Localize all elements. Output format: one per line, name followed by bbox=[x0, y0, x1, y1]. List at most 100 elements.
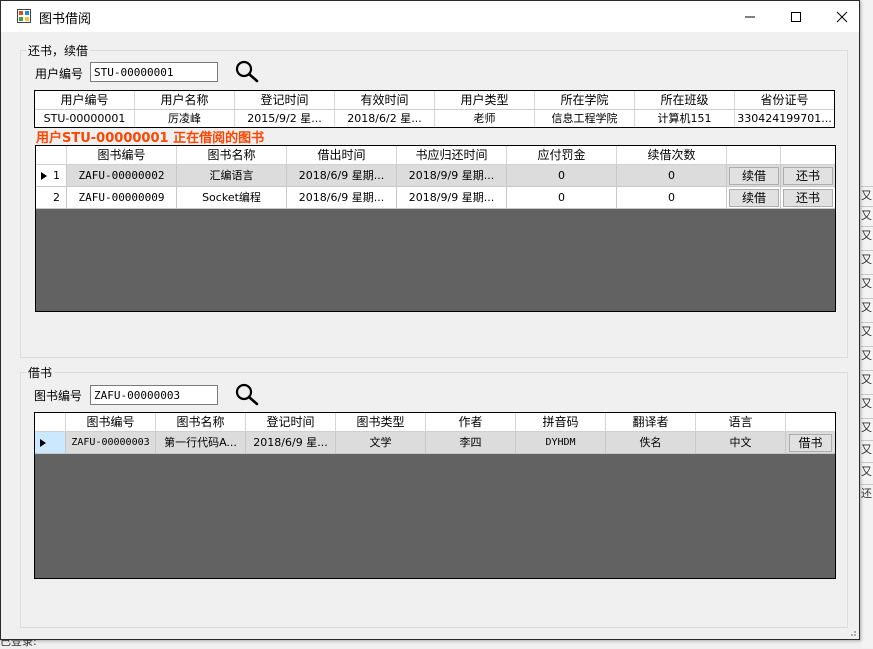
maximize-button[interactable] bbox=[773, 1, 819, 32]
grid-header: 图书编号 图书名称 登记时间 图书类型 作者 拼音码 翻译者 语言 bbox=[35, 413, 835, 432]
bg-row: 又 bbox=[861, 250, 873, 269]
column-header[interactable]: 省份证号 bbox=[735, 91, 834, 109]
grid-header: 图书编号 图书名称 借出时间 书应归还时间 应付罚金 续借次数 bbox=[36, 146, 835, 165]
column-header[interactable]: 图书编号 bbox=[67, 146, 177, 164]
book-name-cell[interactable]: 第一行代码A... bbox=[156, 432, 246, 454]
bg-row: 又 bbox=[861, 462, 873, 481]
search-icon[interactable] bbox=[234, 382, 260, 406]
book-name-cell[interactable]: 汇编语言 bbox=[177, 165, 287, 187]
column-header[interactable]: 借出时间 bbox=[287, 146, 397, 164]
column-header[interactable]: 用户名称 bbox=[135, 91, 235, 109]
resize-grip-icon[interactable] bbox=[847, 627, 857, 637]
book-id-cell[interactable]: ZAFU-00000003 bbox=[66, 432, 156, 454]
book-type-cell[interactable]: 文学 bbox=[336, 432, 426, 454]
fine-cell[interactable]: 0 bbox=[507, 165, 617, 187]
due-time-cell[interactable]: 2018/9/9 星期... bbox=[397, 187, 507, 209]
column-header[interactable] bbox=[781, 146, 835, 164]
user-id-input[interactable] bbox=[90, 62, 218, 82]
column-header[interactable]: 所在学院 bbox=[535, 91, 635, 109]
table-row[interactable]: 1 ZAFU-00000002 汇编语言 2018/6/9 星期... 2018… bbox=[36, 165, 835, 187]
column-header[interactable] bbox=[727, 146, 781, 164]
renew-button-cell: 续借 bbox=[727, 187, 781, 209]
row-header[interactable] bbox=[35, 432, 66, 454]
borrow-group-label: 借书 bbox=[26, 364, 55, 381]
column-header[interactable]: 翻译者 bbox=[606, 413, 696, 431]
minimize-button[interactable] bbox=[727, 1, 773, 32]
app-icon bbox=[17, 9, 31, 23]
column-header[interactable]: 应付罚金 bbox=[507, 146, 617, 164]
user-id-label: 用户编号 bbox=[35, 67, 84, 81]
borrow-time-cell[interactable]: 2018/6/9 星期... bbox=[287, 187, 397, 209]
column-header[interactable]: 图书名称 bbox=[156, 413, 246, 431]
bg-row-text: 又 bbox=[861, 421, 872, 434]
borrow-button[interactable]: 借书 bbox=[789, 434, 832, 452]
book-id-label: 图书编号 bbox=[34, 389, 83, 403]
pinyin-code-cell[interactable]: DYHDM bbox=[516, 432, 606, 454]
borrow-time-cell[interactable]: 2018/6/9 星期... bbox=[287, 165, 397, 187]
table-row[interactable]: STU-00000001 厉凌峰 2015/9/2 星... 2018/6/2 … bbox=[35, 110, 834, 127]
column-header[interactable] bbox=[786, 413, 835, 431]
book-id-cell[interactable]: ZAFU-00000002 bbox=[67, 165, 177, 187]
class-cell: 计算机151 bbox=[635, 110, 735, 127]
close-icon bbox=[836, 11, 848, 22]
column-header[interactable]: 作者 bbox=[426, 413, 516, 431]
row-header[interactable]: 1 bbox=[36, 165, 67, 187]
return-button[interactable]: 还书 bbox=[783, 189, 833, 207]
row-header[interactable]: 2 bbox=[36, 187, 67, 209]
language-cell[interactable]: 中文 bbox=[696, 432, 786, 454]
column-header[interactable]: 语言 bbox=[696, 413, 786, 431]
bg-row: 又 bbox=[861, 274, 873, 293]
column-header[interactable]: 用户编号 bbox=[35, 91, 135, 109]
renew-button[interactable]: 续借 bbox=[729, 189, 779, 207]
renew-count-cell[interactable]: 0 bbox=[617, 187, 727, 209]
column-header[interactable]: 图书类型 bbox=[336, 413, 426, 431]
column-header[interactable]: 用户类型 bbox=[435, 91, 535, 109]
bg-row-text: 又 bbox=[861, 209, 872, 222]
search-icon[interactable] bbox=[234, 59, 260, 83]
borrowed-books-grid[interactable]: 图书编号 图书名称 借出时间 书应归还时间 应付罚金 续借次数 1 ZAFU-0… bbox=[35, 145, 836, 312]
row-header-corner bbox=[36, 146, 67, 164]
column-header[interactable]: 所在班级 bbox=[635, 91, 735, 109]
column-header[interactable]: 续借次数 bbox=[617, 146, 727, 164]
return-button-cell: 还书 bbox=[781, 165, 835, 187]
book-id-input[interactable] bbox=[90, 385, 218, 405]
due-time-cell[interactable]: 2018/9/9 星期... bbox=[397, 165, 507, 187]
bg-row: 又 bbox=[861, 370, 873, 389]
bg-row: 又 bbox=[861, 206, 873, 225]
book-id-cell[interactable]: ZAFU-00000009 bbox=[67, 187, 177, 209]
window-title: 图书借阅 bbox=[39, 12, 92, 27]
user-name-cell: 厉凌峰 bbox=[135, 110, 235, 127]
user-id-cell: STU-00000001 bbox=[35, 110, 135, 127]
fine-cell[interactable]: 0 bbox=[507, 187, 617, 209]
renew-count-cell[interactable]: 0 bbox=[617, 165, 727, 187]
bg-row: 还 bbox=[861, 484, 873, 503]
available-books-grid[interactable]: 图书编号 图书名称 登记时间 图书类型 作者 拼音码 翻译者 语言 ZAFU-0… bbox=[34, 412, 836, 579]
row-number: 1 bbox=[53, 169, 60, 182]
return-button-cell: 还书 bbox=[781, 187, 835, 209]
table-row[interactable]: 2 ZAFU-00000009 Socket编程 2018/6/9 星期... … bbox=[36, 187, 835, 209]
column-header[interactable]: 图书编号 bbox=[66, 413, 156, 431]
current-row-arrow-icon bbox=[40, 439, 46, 447]
title-bar[interactable]: 图书借阅 bbox=[1, 1, 859, 32]
column-header[interactable]: 拼音码 bbox=[516, 413, 606, 431]
bg-row-text: 又 bbox=[861, 277, 872, 290]
register-time-cell[interactable]: 2018/6/9 星... bbox=[246, 432, 336, 454]
book-borrow-window: 图书借阅 还书，续借 用户编号 用户编号 用户名称 登记时间 有效时间 用户类型… bbox=[0, 0, 860, 640]
author-cell[interactable]: 李四 bbox=[426, 432, 516, 454]
bg-row: 又 bbox=[861, 186, 873, 205]
column-header[interactable]: 登记时间 bbox=[235, 91, 335, 109]
table-row[interactable]: ZAFU-00000003 第一行代码A... 2018/6/9 星... 文学… bbox=[35, 432, 835, 454]
column-header[interactable]: 图书名称 bbox=[177, 146, 287, 164]
translator-cell[interactable]: 佚名 bbox=[606, 432, 696, 454]
return-button[interactable]: 还书 bbox=[783, 167, 833, 185]
valid-time-cell: 2018/6/2 星... bbox=[335, 110, 435, 127]
column-header[interactable]: 书应归还时间 bbox=[397, 146, 507, 164]
bg-row: 又 bbox=[861, 226, 873, 245]
column-header[interactable]: 登记时间 bbox=[246, 413, 336, 431]
renew-button[interactable]: 续借 bbox=[729, 167, 779, 185]
bg-row-text: 又 bbox=[861, 229, 872, 242]
column-header[interactable]: 有效时间 bbox=[335, 91, 435, 109]
book-name-cell[interactable]: Socket编程 bbox=[177, 187, 287, 209]
close-button[interactable] bbox=[819, 1, 865, 32]
row-header-corner bbox=[35, 413, 66, 431]
